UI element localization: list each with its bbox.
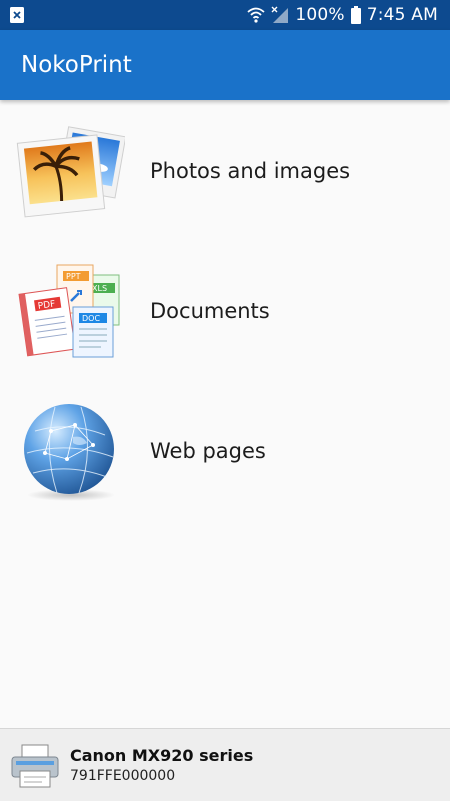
printer-id: 791FFE000000	[70, 768, 176, 784]
app-bar: NokoPrint	[0, 30, 450, 100]
photos-icon	[16, 126, 125, 218]
menu-item-label: Documents	[150, 299, 270, 323]
documents-icon: XLS PPT PDF DOC	[18, 264, 120, 358]
printer-icon	[11, 744, 59, 788]
signal-icon	[271, 6, 289, 23]
svg-text:DOC: DOC	[82, 314, 100, 323]
battery-icon	[350, 6, 361, 24]
menu-item-web-pages[interactable]: Web pages	[0, 383, 450, 519]
svg-text:XLS: XLS	[92, 284, 107, 293]
app-title: NokoPrint	[21, 52, 132, 78]
menu-item-documents[interactable]: XLS PPT PDF DOC Documents	[0, 243, 450, 379]
status-icons: 100% 7:45 AM	[247, 0, 438, 30]
clock: 7:45 AM	[366, 5, 438, 25]
svg-text:PPT: PPT	[66, 272, 81, 281]
globe-icon	[24, 404, 115, 501]
printer-name: Canon MX920 series	[70, 746, 254, 765]
wifi-icon	[247, 7, 265, 23]
notification-icon	[10, 7, 24, 23]
menu-item-label: Web pages	[150, 439, 266, 463]
status-bar: 100% 7:45 AM	[0, 0, 450, 30]
selected-printer-bar[interactable]: Canon MX920 series 791FFE000000	[0, 728, 450, 801]
menu-item-photos[interactable]: Photos and images	[0, 103, 450, 239]
battery-percent: 100%	[295, 5, 345, 25]
menu-item-label: Photos and images	[150, 159, 351, 183]
